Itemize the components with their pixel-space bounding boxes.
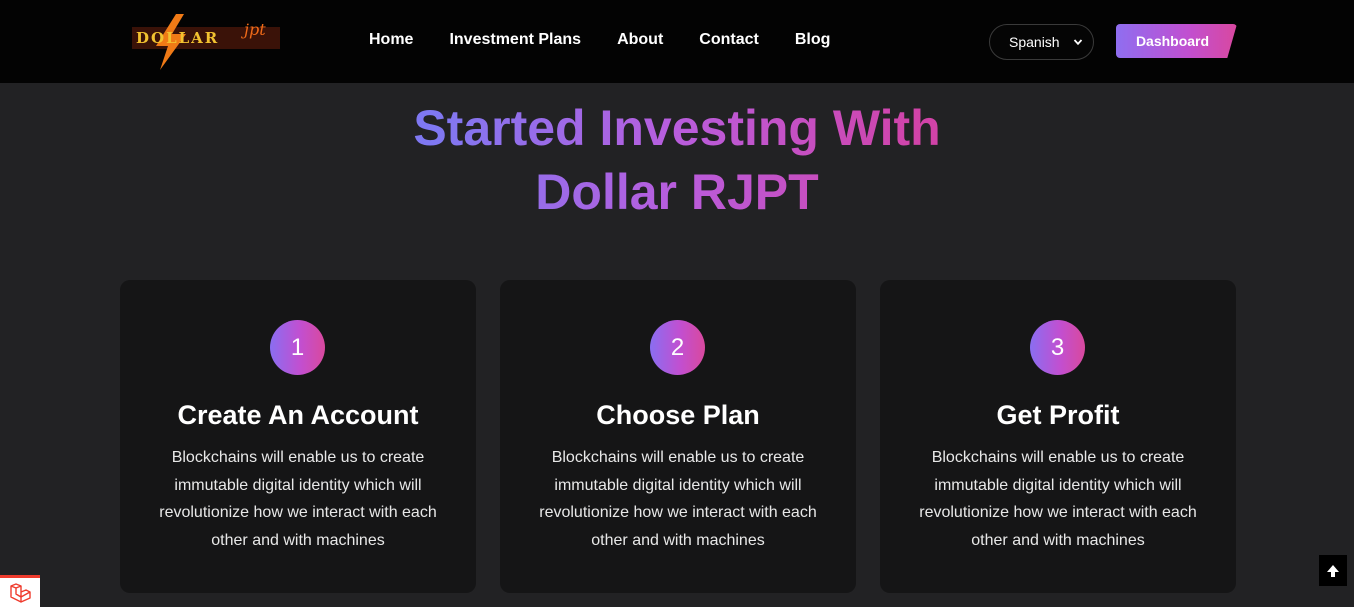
step-description: Blockchains will enable us to create imm… <box>539 449 817 549</box>
step-number-badge: 2 <box>650 320 705 375</box>
steps-section: 1 Create An Account Blockchains will ena… <box>120 280 1236 593</box>
step-description: Blockchains will enable us to create imm… <box>159 449 437 549</box>
step-card-choose-plan: 2 Choose Plan Blockchains will enable us… <box>500 280 856 593</box>
laravel-icon <box>10 582 31 603</box>
step-card-create-account: 1 Create An Account Blockchains will ena… <box>120 280 476 593</box>
nav-investment-plans[interactable]: Investment Plans <box>449 31 581 49</box>
step-description: Blockchains will enable us to create imm… <box>919 449 1197 549</box>
step-title: Create An Account <box>177 400 419 430</box>
brand-logo[interactable]: DOLLAR jpt <box>132 14 282 70</box>
nav-blog[interactable]: Blog <box>795 31 831 49</box>
arrow-up-icon <box>1327 564 1339 577</box>
chevron-down-icon <box>1073 39 1083 46</box>
language-selected-value: Spanish <box>1009 34 1060 50</box>
scroll-to-top-button[interactable] <box>1319 555 1347 586</box>
logo-script: jpt <box>244 20 266 39</box>
logo-text: DOLLAR <box>136 29 220 47</box>
nav-contact[interactable]: Contact <box>699 31 759 49</box>
hero-heading-line2: Dollar RJPT <box>535 164 819 220</box>
step-number-badge: 1 <box>270 320 325 375</box>
navbar: DOLLAR jpt Home Investment Plans About C… <box>0 0 1354 83</box>
step-card-get-profit: 3 Get Profit Blockchains will enable us … <box>880 280 1236 593</box>
step-title: Get Profit <box>996 400 1120 430</box>
dashboard-button[interactable]: Dashboard <box>1116 24 1237 58</box>
nav-home[interactable]: Home <box>369 31 413 49</box>
nav-about[interactable]: About <box>617 31 663 49</box>
language-select[interactable]: Spanish <box>989 24 1094 60</box>
hero-heading-line1: Started Investing With <box>413 100 941 156</box>
hero-heading: Started Investing With Dollar RJPT <box>0 96 1354 224</box>
debugbar-toggle[interactable] <box>0 575 40 607</box>
step-title: Choose Plan <box>596 400 760 430</box>
step-number-badge: 3 <box>1030 320 1085 375</box>
main-nav: Home Investment Plans About Contact Blog <box>369 31 866 49</box>
